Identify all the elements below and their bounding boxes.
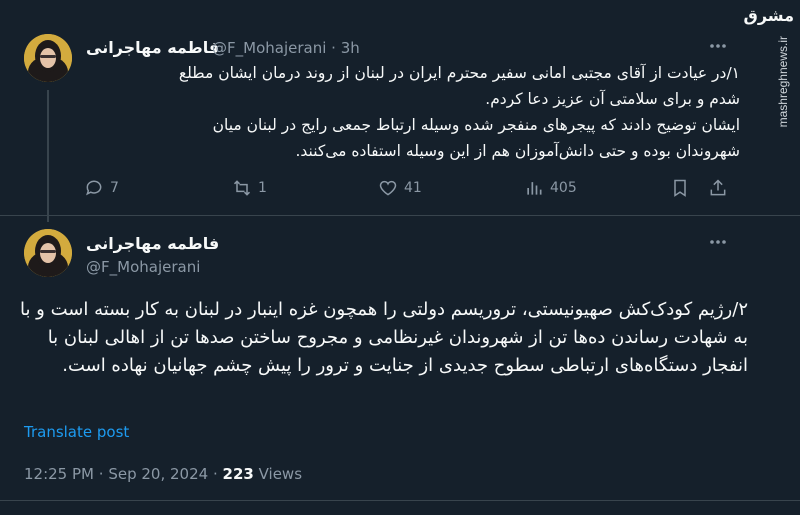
views-icon <box>527 182 542 195</box>
watermark-site: mashreghnews.ir <box>776 36 790 128</box>
views-button[interactable]: 405 <box>524 178 577 198</box>
author-name[interactable]: فاطمه مهاجرانی <box>86 38 219 57</box>
separator: · <box>331 39 336 57</box>
repost-icon <box>233 180 251 196</box>
reply-button[interactable]: 7 <box>84 178 119 198</box>
more-icon[interactable] <box>708 232 728 252</box>
translate-link[interactable]: Translate post <box>24 423 129 441</box>
divider <box>0 500 800 501</box>
tweet-date[interactable]: Sep 20, 2024 <box>108 465 208 483</box>
views-count: 223 <box>222 465 254 483</box>
bookmark-icon <box>674 179 686 197</box>
tweet-paragraph: ۱/در عیادت از آقای مجتبی امانی سفیر محتر… <box>178 64 740 108</box>
separator: · <box>212 465 218 483</box>
repost-count: 1 <box>258 180 267 196</box>
views-label: Views <box>258 465 303 483</box>
tweet-text: ۱/در عیادت از آقای مجتبی امانی سفیر محتر… <box>150 60 740 164</box>
tweet-paragraph: ایشان توضیح دادند که پیجرهای منفجر شده و… <box>212 116 740 160</box>
author-handle[interactable]: @F_Mohajerani · 3h <box>212 39 360 57</box>
reply-count: 7 <box>110 180 119 196</box>
watermark: مشرق mashreghnews.ir <box>744 6 796 132</box>
views-count: 405 <box>550 180 577 196</box>
like-count: 41 <box>404 180 422 196</box>
tweet-text: ۲/رژیم کودک‌کش صهیونیستی، تروریسم دولتی … <box>19 299 748 376</box>
tweet-time[interactable]: 3h <box>341 39 360 57</box>
like-button[interactable]: 41 <box>378 178 422 198</box>
share-icon <box>710 179 726 196</box>
author-name[interactable]: فاطمه مهاجرانی <box>86 234 219 253</box>
avatar[interactable] <box>24 229 72 277</box>
bookmark-button[interactable] <box>670 178 690 198</box>
handle-text: @F_Mohajerani <box>212 39 327 57</box>
watermark-logo: مشرق <box>743 6 794 25</box>
like-icon <box>379 180 397 196</box>
repost-button[interactable]: 1 <box>232 178 267 198</box>
more-icon[interactable] <box>708 36 728 56</box>
reply-icon <box>86 180 102 196</box>
tweet-meta: 12:25 PM · Sep 20, 2024 · 223 Views <box>24 465 302 483</box>
thread-line <box>47 90 49 222</box>
divider <box>0 215 800 216</box>
author-handle[interactable]: @F_Mohajerani <box>86 258 200 276</box>
tweet-time[interactable]: 12:25 PM <box>24 465 94 483</box>
share-button[interactable] <box>708 178 728 198</box>
avatar[interactable] <box>24 34 72 82</box>
separator: · <box>98 465 104 483</box>
